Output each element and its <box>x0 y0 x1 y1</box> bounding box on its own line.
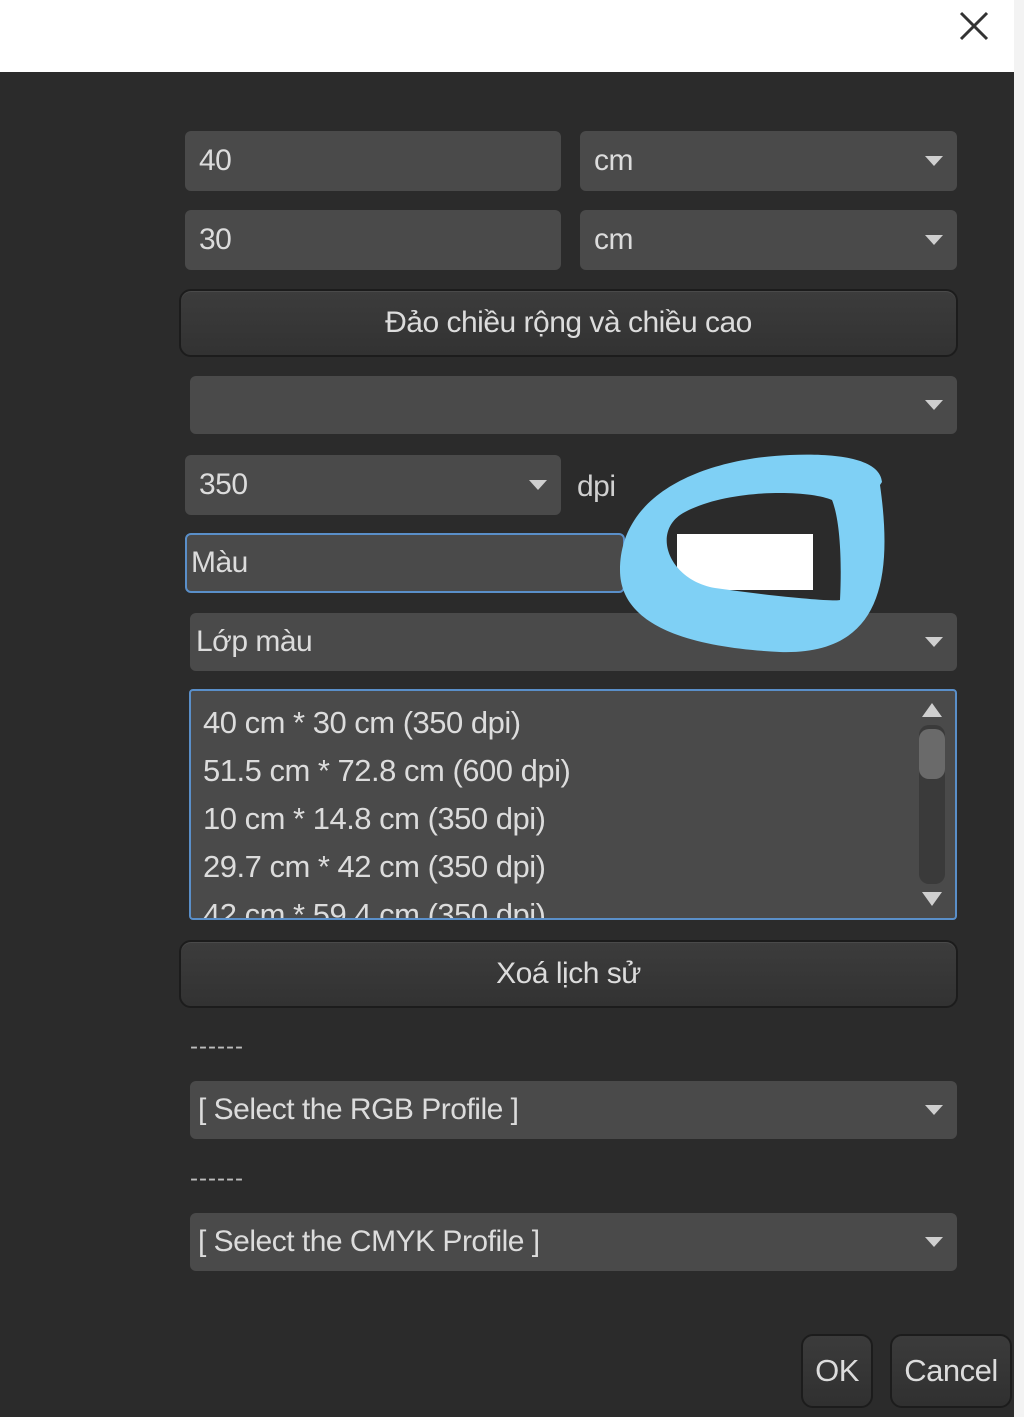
chevron-down-icon <box>925 1105 943 1115</box>
height-unit-select[interactable]: cm <box>580 210 957 270</box>
cancel-label: Cancel <box>904 1353 998 1388</box>
list-item[interactable]: 29.7 cm * 42 cm (350 dpi) <box>203 843 907 891</box>
list-item[interactable]: 40 cm * 30 cm (350 dpi) <box>203 699 907 747</box>
scroll-up-icon[interactable] <box>922 703 942 717</box>
separator: ------ <box>190 1033 244 1060</box>
color-mode-select[interactable]: Lớp màu <box>190 613 957 671</box>
height-input[interactable]: 30 <box>185 210 561 270</box>
scroll-down-icon[interactable] <box>922 892 942 906</box>
dialog-title-bar <box>0 0 1014 72</box>
separator: ------ <box>190 1165 244 1192</box>
close-icon <box>959 11 989 41</box>
color-label: Màu <box>191 546 248 579</box>
width-unit-value: cm <box>594 144 634 177</box>
window-edge <box>1014 0 1024 1417</box>
close-button[interactable] <box>950 6 1000 46</box>
chevron-down-icon <box>529 480 547 490</box>
list-item[interactable]: 51.5 cm * 72.8 cm (600 dpi) <box>203 747 907 795</box>
ok-label: OK <box>815 1353 859 1388</box>
cmyk-profile-select[interactable]: [ Select the CMYK Profile ] <box>190 1213 957 1271</box>
color-field[interactable]: Màu <box>185 533 625 593</box>
scrollbar-thumb[interactable] <box>919 729 945 779</box>
history-list[interactable]: 40 cm * 30 cm (350 dpi) 51.5 cm * 72.8 c… <box>189 689 957 920</box>
swap-dimensions-label: Đảo chiều rộng và chiều cao <box>385 306 752 339</box>
resolution-select[interactable]: 350 <box>185 455 561 515</box>
height-unit-value: cm <box>594 223 634 256</box>
preset-select[interactable] <box>190 376 957 434</box>
resolution-value: 350 <box>199 468 248 501</box>
scrollbar-track[interactable] <box>919 725 945 884</box>
clear-history-label: Xoá lịch sử <box>496 957 641 990</box>
cancel-button[interactable]: Cancel <box>890 1334 1012 1408</box>
rgb-profile-select[interactable]: [ Select the RGB Profile ] <box>190 1081 957 1139</box>
width-unit-select[interactable]: cm <box>580 131 957 191</box>
list-item[interactable]: 42 cm * 59.4 cm (350 dpi) <box>203 891 907 918</box>
chevron-down-icon <box>925 235 943 245</box>
ok-button[interactable]: OK <box>801 1334 873 1408</box>
rgb-profile-value: [ Select the RGB Profile ] <box>198 1093 519 1126</box>
list-item[interactable]: 10 cm * 14.8 cm (350 dpi) <box>203 795 907 843</box>
chevron-down-icon <box>925 1237 943 1247</box>
width-input[interactable]: 40 <box>185 131 561 191</box>
chevron-down-icon <box>925 400 943 410</box>
swap-dimensions-button[interactable]: Đảo chiều rộng và chiều cao <box>179 289 958 357</box>
color-mode-value: Lớp màu <box>196 625 313 658</box>
cmyk-profile-value: [ Select the CMYK Profile ] <box>198 1225 540 1258</box>
width-value: 40 <box>199 144 232 177</box>
resolution-unit-label: dpi <box>577 470 616 503</box>
chevron-down-icon <box>925 156 943 166</box>
clear-history-button[interactable]: Xoá lịch sử <box>179 940 958 1008</box>
chevron-down-icon <box>925 637 943 647</box>
history-scrollbar[interactable] <box>915 697 949 912</box>
color-swatch[interactable] <box>677 534 813 590</box>
height-value: 30 <box>199 223 232 256</box>
